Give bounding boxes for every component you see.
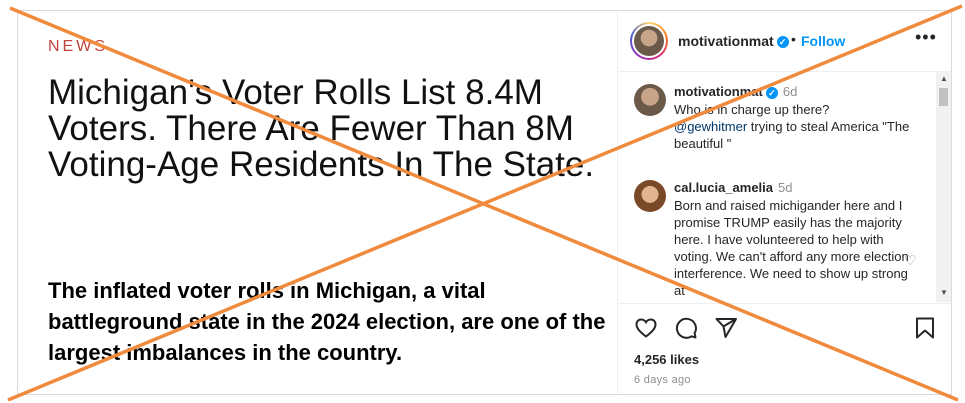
headline: Michigan's Voter Rolls List 8.4M Voters.…: [48, 73, 595, 184]
comments-scrollbar[interactable]: ▲ ▼: [936, 72, 951, 302]
post-time-ago[interactable]: 6 days ago: [634, 374, 691, 386]
verified-badge-icon: ✓: [765, 86, 778, 99]
mention-link[interactable]: @gewhitmer: [674, 119, 747, 134]
likes-count[interactable]: 4,256 likes: [634, 352, 699, 367]
comment-username-text[interactable]: motivationmat: [674, 84, 763, 99]
comment-like-heart-icon[interactable]: ♡: [904, 252, 917, 269]
section-label: NEWS: [48, 38, 108, 55]
scroll-up-arrow-icon[interactable]: ▲: [940, 74, 948, 83]
scroll-down-arrow-icon[interactable]: ▼: [940, 288, 948, 297]
profile-photo: [634, 26, 664, 56]
header-username-text[interactable]: motivationmat: [678, 33, 774, 49]
header-username[interactable]: motivationmat ✓: [678, 33, 789, 49]
post-header: motivationmat ✓ • Follow •••: [618, 11, 951, 72]
comment-time[interactable]: 5d: [778, 180, 792, 195]
comment-text: Born and raised michigander here and I p…: [674, 198, 909, 298]
comment-text: Who is in charge up there? @gewhitmer tr…: [674, 101, 914, 152]
comment-username-text[interactable]: cal.lucia_amelia: [674, 180, 773, 195]
comments-list[interactable]: motivationmat ✓ 6d Who is in charge up the…: [618, 72, 951, 302]
subheadline: The inflated voter rolls in Michigan, a …: [48, 278, 606, 365]
comment-username[interactable]: motivationmat ✓ 6d: [674, 84, 797, 99]
follow-button[interactable]: Follow: [801, 33, 845, 49]
post-actions: 4,256 likes 6 days ago: [618, 303, 951, 394]
avatar[interactable]: [634, 84, 666, 116]
bookmark-icon[interactable]: [913, 316, 937, 340]
comment-text-part: Who is in charge up there?: [674, 102, 830, 117]
comment-time[interactable]: 6d: [783, 84, 797, 99]
verified-badge-icon: ✓: [776, 36, 789, 49]
avatar[interactable]: [630, 22, 668, 60]
comment-username[interactable]: cal.lucia_amelia 5d: [674, 180, 792, 195]
scrollbar-thumb[interactable]: [939, 88, 948, 106]
heart-icon[interactable]: [634, 316, 658, 340]
avatar[interactable]: [634, 180, 666, 212]
header-separator: •: [791, 31, 796, 47]
post-side-panel: motivationmat ✓ • Follow ••• motivationma…: [618, 11, 951, 393]
post-image: NEWS Michigan's Voter Rolls List 8.4M Vo…: [18, 11, 617, 393]
comment-icon[interactable]: [674, 316, 698, 340]
share-icon[interactable]: [714, 316, 738, 340]
more-options-icon[interactable]: •••: [915, 27, 937, 48]
